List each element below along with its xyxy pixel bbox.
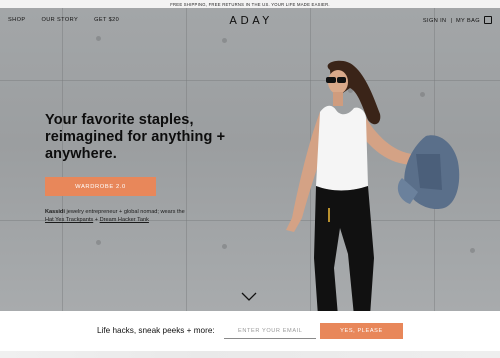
wardrobe-button[interactable]: WARDROBE 2.0	[45, 177, 156, 196]
main-nav: SHOP OUR STORY GET $20 ADAY SIGN IN | MY…	[0, 8, 500, 34]
newsletter-label: Life hacks, sneak peeks + more:	[97, 326, 215, 335]
nav-left: SHOP OUR STORY GET $20	[8, 17, 135, 23]
logo-text: ADAY	[229, 13, 273, 27]
nav-shop[interactable]: SHOP	[8, 17, 25, 23]
next-section-preview	[0, 351, 500, 358]
model-credit: Kassidi jewelry entrepreneur + global no…	[45, 208, 215, 224]
announcement-text: FREE SHIPPING, FREE RETURNS IN THE US. Y…	[170, 1, 330, 7]
nav-right: SIGN IN | MY BAG	[423, 16, 492, 25]
trackpants-link[interactable]: Hat Yes Trackpants	[45, 217, 93, 223]
chevron-down-icon[interactable]	[241, 292, 257, 302]
tank-link[interactable]: Dream Hacker Tank	[100, 217, 149, 223]
logo[interactable]: ADAY	[225, 13, 277, 27]
email-input[interactable]	[224, 323, 316, 339]
hero-headline: Your favorite staples, reimagined for an…	[45, 112, 226, 162]
my-bag-link[interactable]: MY BAG	[456, 18, 480, 24]
wall-bolt	[470, 248, 475, 253]
wall-bolt	[222, 38, 227, 43]
bag-icon[interactable]	[484, 16, 492, 24]
wall-bolt	[96, 240, 101, 245]
wall-bolt	[222, 244, 227, 249]
wall-bolt	[96, 36, 101, 41]
model-photo	[286, 60, 460, 311]
nav-our-story[interactable]: OUR STORY	[41, 17, 78, 23]
nav-get-20[interactable]: GET $20	[94, 17, 119, 23]
newsletter-bar: Life hacks, sneak peeks + more: YES, PLE…	[0, 311, 500, 351]
model-name: Kassidi	[45, 209, 65, 215]
model-description: jewelry entrepreneur + global nomad; wea…	[64, 209, 185, 215]
nav-separator: |	[450, 18, 452, 24]
announcement-bar: FREE SHIPPING, FREE RETURNS IN THE US. Y…	[0, 0, 500, 8]
sign-in-link[interactable]: SIGN IN	[423, 18, 447, 24]
subscribe-button[interactable]: YES, PLEASE	[320, 323, 403, 339]
